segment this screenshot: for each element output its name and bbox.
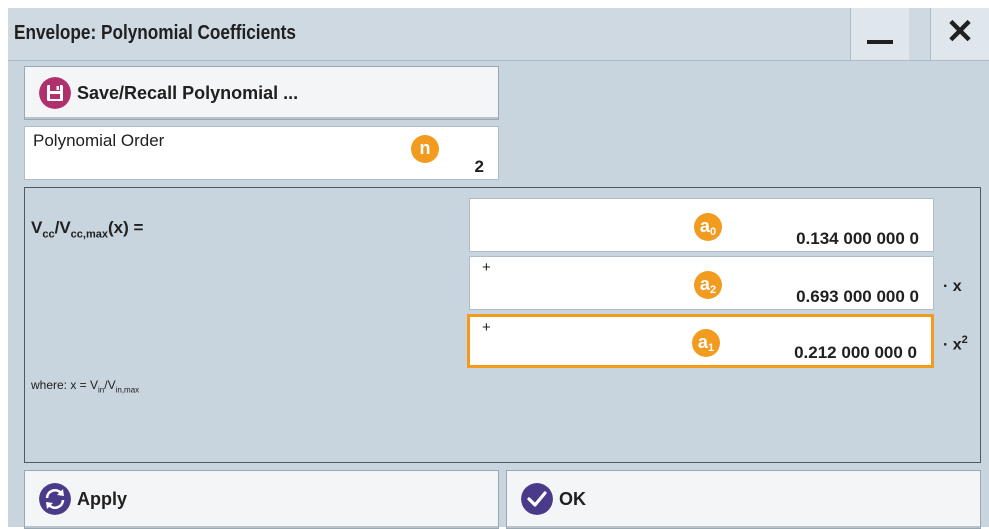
apply-label: Apply — [77, 489, 128, 509]
ok-label: OK — [559, 489, 586, 509]
coefficient-badge-a1: a1 — [692, 329, 720, 357]
where-definition: where: x = Vin/Vin,max — [31, 378, 140, 395]
ok-button[interactable]: OK — [506, 470, 981, 529]
title-bar[interactable]: Envelope: Polynomial Coefficients ✕ — [8, 8, 989, 61]
coefficient-badge-a0: a0 — [694, 213, 722, 241]
coefficient-a0-value: 0.134 000 000 0 — [796, 229, 919, 248]
coefficient-a0-field[interactable]: a0 0.134 000 000 0 — [469, 198, 934, 252]
x-multiplier: · x — [943, 278, 962, 295]
floppy-disk-icon — [39, 77, 71, 109]
save-recall-label: Save/Recall Polynomial ... — [77, 83, 299, 103]
minimize-icon — [867, 40, 893, 44]
coefficient-a1-value: 0.212 000 000 0 — [794, 343, 917, 362]
dialog-title: Envelope: Polynomial Coefficients — [14, 22, 296, 44]
envelope-formula: Vcc/Vcc,max(x) = — [31, 218, 144, 241]
coefficient-badge-a2: a2 — [694, 271, 722, 299]
polynomial-order-value: 2 — [474, 157, 484, 176]
minimize-button[interactable] — [850, 8, 909, 60]
refresh-icon — [39, 483, 71, 515]
save-recall-polynomial-button[interactable]: Save/Recall Polynomial ... — [24, 66, 499, 120]
polynomial-coefficients-dialog: Envelope: Polynomial Coefficients ✕ Save… — [8, 8, 989, 529]
apply-button[interactable]: Apply — [24, 470, 499, 529]
checkmark-icon — [521, 483, 553, 515]
polynomial-order-field[interactable]: Polynomial Order n 2 — [24, 126, 499, 180]
coefficient-a1-field[interactable]: + a1 0.212 000 000 0 — [467, 314, 934, 368]
polynomial-order-badge: n — [411, 135, 439, 163]
polynomial-order-label: Polynomial Order — [33, 131, 165, 150]
coefficient-prefix: + — [482, 259, 491, 276]
coefficient-a2-value: 0.693 000 000 0 — [796, 287, 919, 306]
polynomial-panel: Vcc/Vcc,max(x) = where: x = Vin/Vin,max … — [24, 187, 981, 463]
coefficient-prefix: + — [482, 319, 491, 336]
coefficient-a2-field[interactable]: + a2 0.693 000 000 0 — [469, 256, 934, 310]
close-button[interactable]: ✕ — [930, 8, 989, 60]
close-icon: ✕ — [945, 13, 975, 51]
x-squared-multiplier: · x2 — [943, 334, 968, 354]
